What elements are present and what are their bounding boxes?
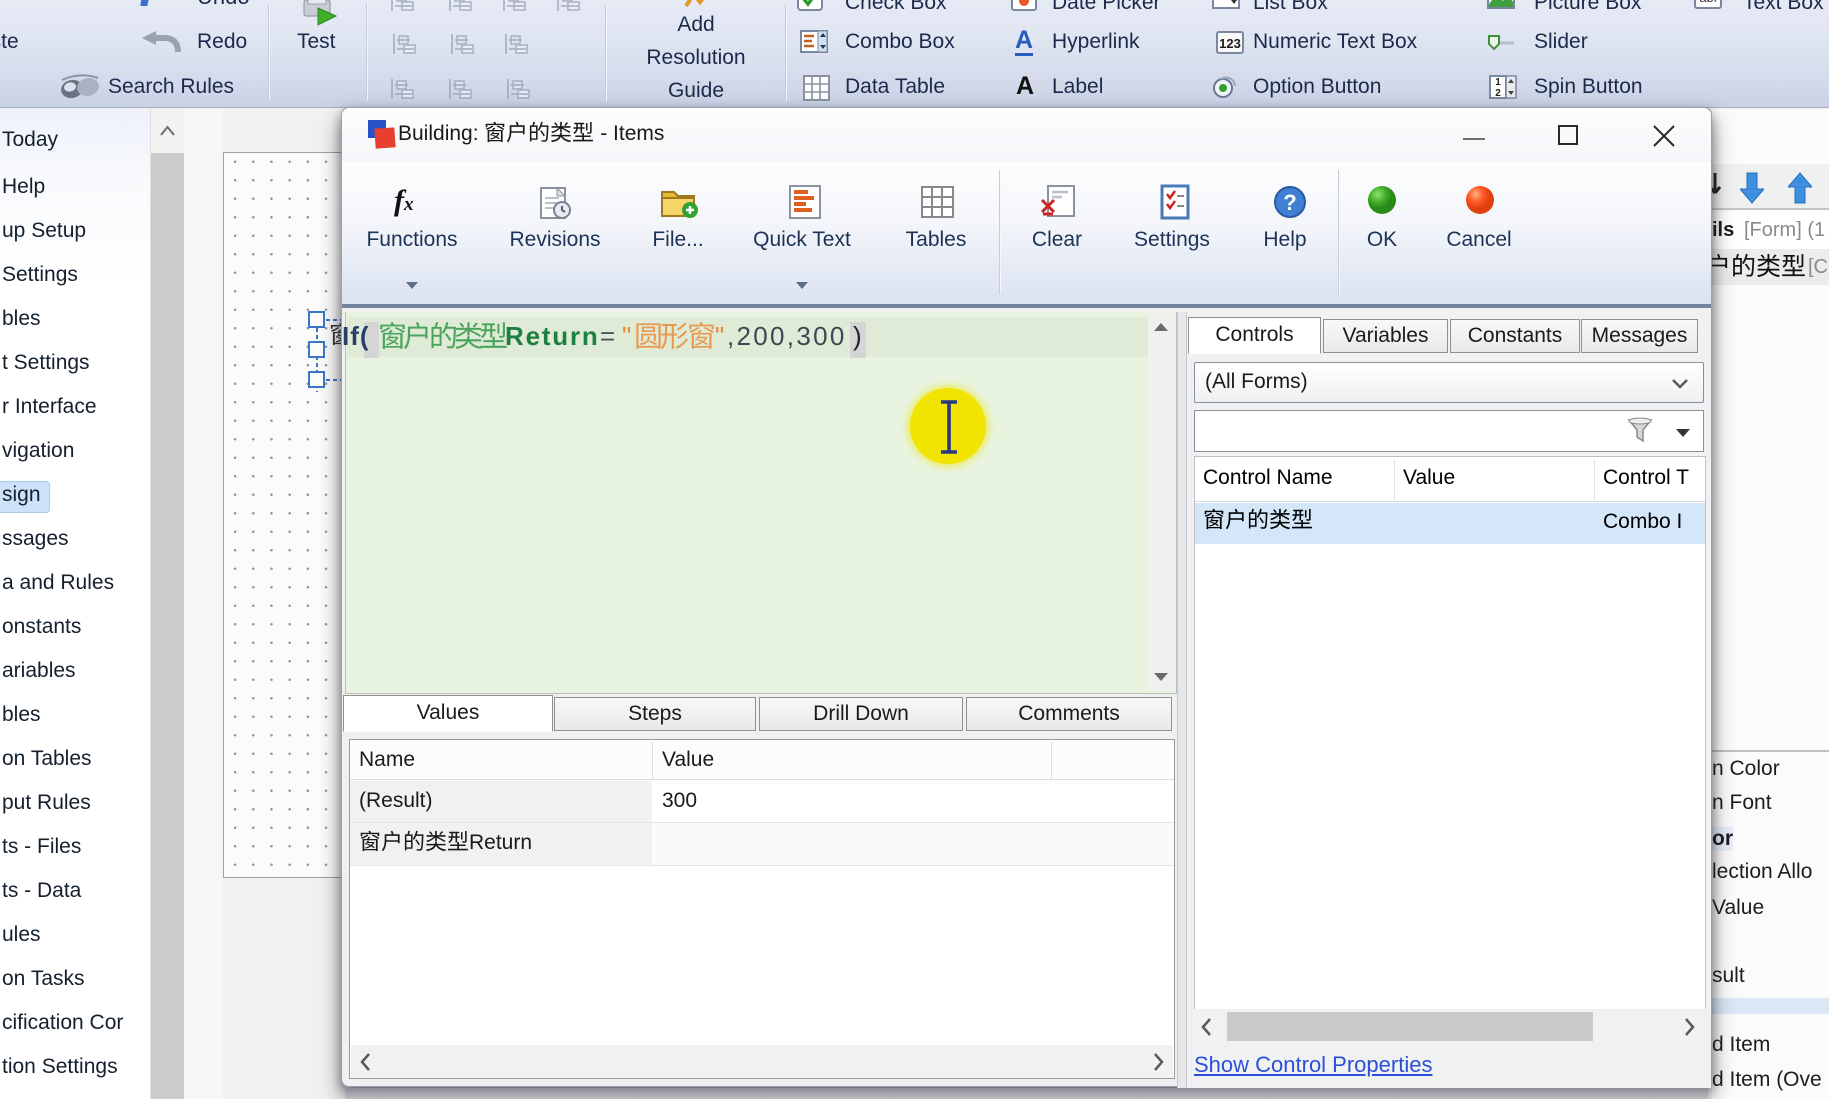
svg-text:2: 2: [1495, 88, 1501, 99]
svg-text:1: 1: [1495, 77, 1501, 88]
svg-text:123: 123: [1219, 36, 1241, 51]
svg-text:?: ?: [1283, 190, 1296, 215]
svg-text:abl: abl: [1699, 0, 1716, 5]
